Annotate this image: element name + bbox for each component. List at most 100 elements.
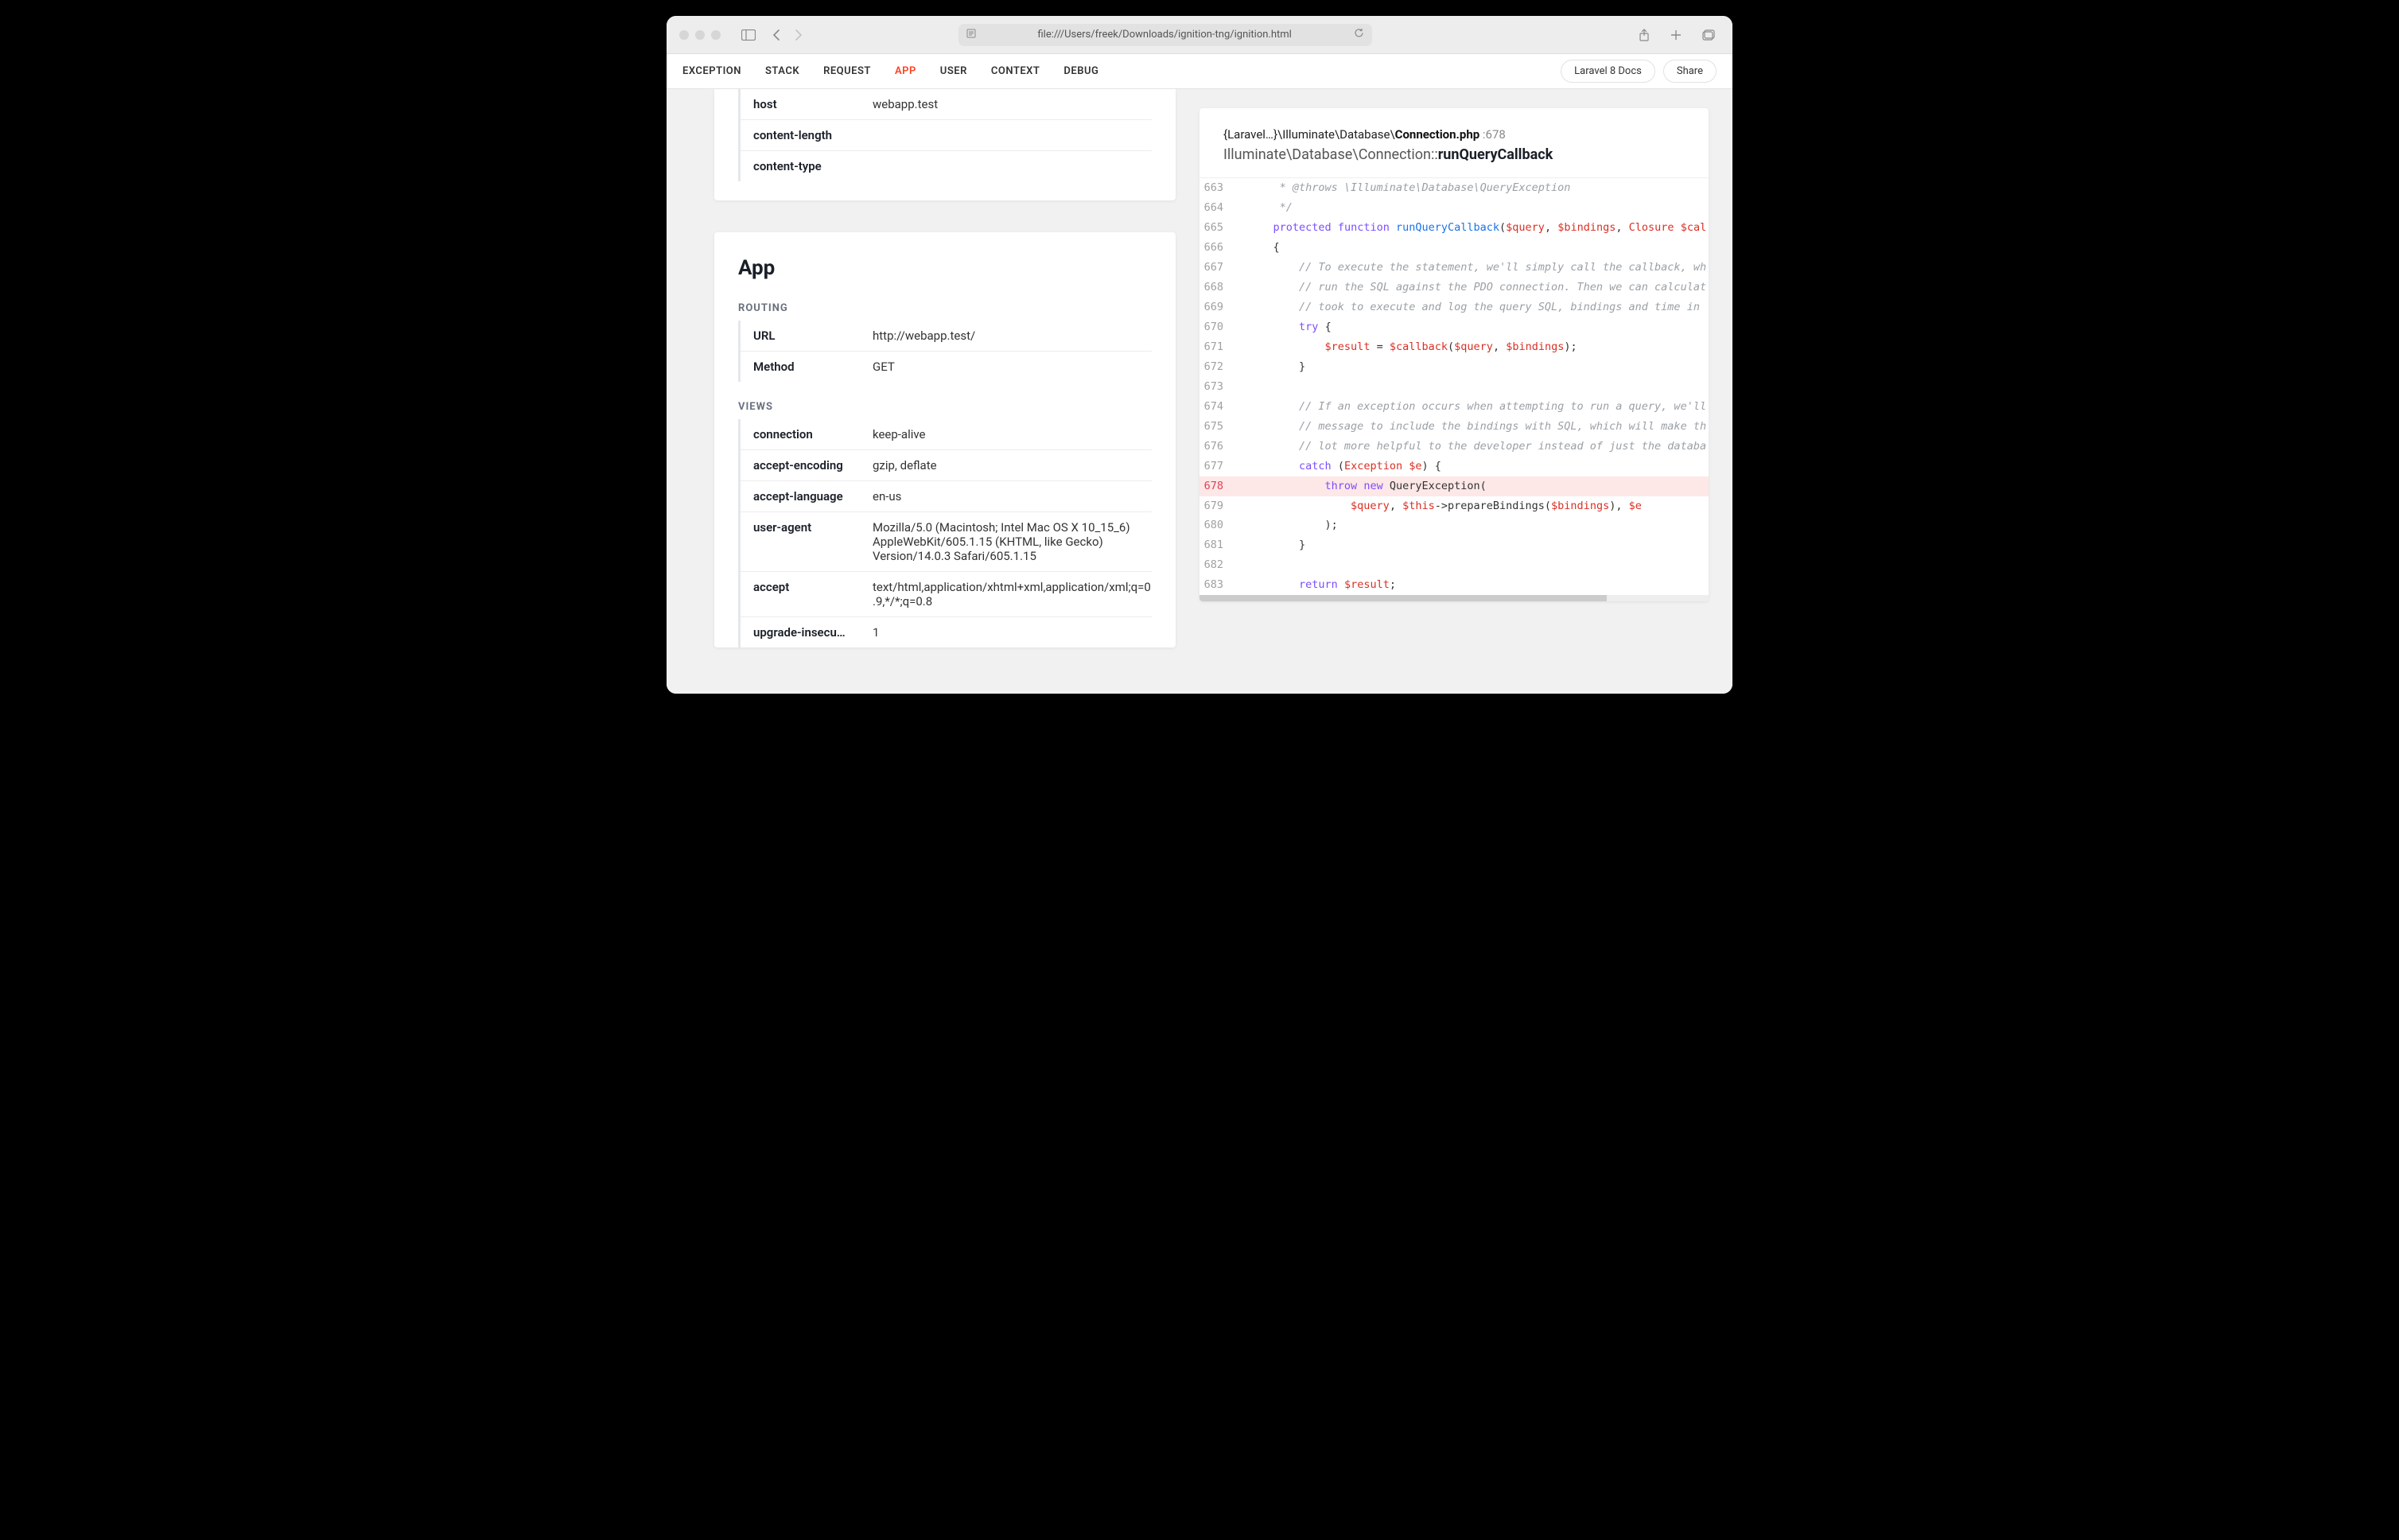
line-code: [1233, 377, 1709, 397]
line-code: throw new QueryException(: [1233, 476, 1709, 496]
kv-key: accept: [753, 580, 873, 609]
line-code: [1233, 555, 1709, 575]
tab-user[interactable]: USER: [940, 65, 967, 77]
line-number: 679: [1200, 496, 1233, 516]
line-number: 668: [1200, 278, 1233, 298]
code-line: 678 throw new QueryException(: [1200, 476, 1709, 496]
app-navbar: EXCEPTION STACK REQUEST APP USER CONTEXT DEBUG…: [667, 54, 1732, 89]
close-dot[interactable]: [679, 30, 689, 40]
line-number: 664: [1200, 198, 1233, 218]
code-line: 666 {: [1200, 238, 1709, 258]
line-number: 673: [1200, 377, 1233, 397]
code-line: 674 // If an exception occurs when attem…: [1200, 397, 1709, 417]
code-line: 682: [1200, 555, 1709, 575]
class-method: Illuminate\Database\Connection::runQuery…: [1223, 146, 1685, 163]
tab-exception[interactable]: EXCEPTION: [682, 65, 741, 77]
kv-key: URL: [753, 329, 873, 343]
new-tab-icon[interactable]: [1666, 25, 1686, 45]
kv-row: content-type: [741, 151, 1152, 181]
kv-value: 1: [873, 625, 1152, 640]
headers-card-fragment: hostwebapp.testcontent-lengthcontent-typ…: [714, 89, 1176, 200]
kv-row: connectionkeep-alive: [741, 419, 1152, 450]
kv-value: webapp.test: [873, 97, 1152, 111]
code-header: {Laravel…}\Illuminate\Database\Connectio…: [1200, 108, 1709, 178]
line-code: {: [1233, 238, 1709, 258]
kv-key: host: [753, 97, 873, 111]
line-code: return $result;: [1233, 575, 1709, 595]
line-number: 683: [1200, 575, 1233, 595]
line-number-label: :678: [1479, 127, 1506, 142]
file-name: Connection.php: [1395, 127, 1480, 142]
line-number: 681: [1200, 535, 1233, 555]
app-card: App ROUTING URLhttp://webapp.test/Method…: [714, 232, 1176, 648]
kv-value: http://webapp.test/: [873, 329, 1152, 343]
tab-request[interactable]: REQUEST: [823, 65, 871, 77]
line-code: $query, $this->prepareBindings($bindings…: [1233, 496, 1709, 516]
reader-icon[interactable]: [966, 29, 976, 41]
code-body[interactable]: 663 * @throws \Illuminate\Database\Query…: [1200, 178, 1709, 595]
kv-row: hostwebapp.test: [741, 89, 1152, 120]
share-button[interactable]: Share: [1663, 60, 1717, 83]
code-line: 675 // message to include the bindings w…: [1200, 417, 1709, 437]
tabs-overview-icon[interactable]: [1697, 25, 1720, 45]
kv-row: accept-languageen-us: [741, 481, 1152, 512]
namespace: Illuminate\Database\Connection: [1223, 146, 1431, 163]
line-code: protected function runQueryCallback($que…: [1233, 218, 1709, 238]
reload-icon[interactable]: [1354, 28, 1364, 41]
code-card: {Laravel…}\Illuminate\Database\Connectio…: [1200, 108, 1709, 601]
code-line: 665 protected function runQueryCallback(…: [1200, 218, 1709, 238]
routing-label: ROUTING: [714, 286, 1176, 321]
forward-icon[interactable]: [789, 26, 808, 44]
code-line: 681 }: [1200, 535, 1709, 555]
kv-value: Mozilla/5.0 (Macintosh; Intel Mac OS X 1…: [873, 520, 1152, 563]
tab-debug[interactable]: DEBUG: [1063, 65, 1098, 77]
kv-row: MethodGET: [741, 352, 1152, 382]
kv-key: content-type: [753, 159, 873, 173]
code-line: 677 catch (Exception $e) {: [1200, 457, 1709, 476]
url-bar[interactable]: file:///Users/freek/Downloads/ignition-t…: [958, 24, 1372, 46]
line-number: 677: [1200, 457, 1233, 476]
line-number: 667: [1200, 258, 1233, 278]
docs-button[interactable]: Laravel 8 Docs: [1561, 60, 1655, 83]
line-code: }: [1233, 357, 1709, 377]
line-code: // took to execute and log the query SQL…: [1233, 298, 1709, 317]
line-code: // To execute the statement, we'll simpl…: [1233, 258, 1709, 278]
minimize-dot[interactable]: [695, 30, 705, 40]
line-number: 666: [1200, 238, 1233, 258]
code-line: 671 $result = $callback($query, $binding…: [1200, 337, 1709, 357]
kv-row: user-agentMozilla/5.0 (Macintosh; Intel …: [741, 512, 1152, 572]
tab-app[interactable]: APP: [895, 65, 916, 77]
kv-key: user-agent: [753, 520, 873, 563]
content-area: hostwebapp.testcontent-lengthcontent-typ…: [667, 89, 1732, 694]
kv-row: accepttext/html,application/xhtml+xml,ap…: [741, 572, 1152, 617]
url-text: file:///Users/freek/Downloads/ignition-t…: [982, 29, 1347, 41]
back-icon[interactable]: [767, 26, 786, 44]
code-line: 683 return $result;: [1200, 575, 1709, 595]
line-code: $result = $callback($query, $bindings);: [1233, 337, 1709, 357]
share-icon[interactable]: [1634, 25, 1654, 45]
code-line: 663 * @throws \Illuminate\Database\Query…: [1200, 178, 1709, 198]
app-title: App: [714, 232, 1176, 286]
line-code: );: [1233, 515, 1709, 535]
file-path: {Laravel…}\Illuminate\Database\Connectio…: [1223, 127, 1685, 142]
tab-stack[interactable]: STACK: [765, 65, 799, 77]
kv-key: connection: [753, 427, 873, 441]
traffic-lights: [679, 30, 721, 40]
line-code: */: [1233, 198, 1709, 218]
kv-value: GET: [873, 360, 1152, 374]
sidebar-toggle-icon[interactable]: [737, 26, 760, 44]
kv-row: content-length: [741, 120, 1152, 151]
zoom-dot[interactable]: [711, 30, 721, 40]
line-number: 670: [1200, 317, 1233, 337]
kv-value: text/html,application/xhtml+xml,applicat…: [873, 580, 1152, 609]
line-number: 680: [1200, 515, 1233, 535]
code-scrollbar[interactable]: [1200, 595, 1709, 601]
line-code: // message to include the bindings with …: [1233, 417, 1709, 437]
line-code: }: [1233, 535, 1709, 555]
line-code: // run the SQL against the PDO connectio…: [1233, 278, 1709, 298]
path-prefix: {Laravel…}\Illuminate\Database\: [1223, 127, 1395, 142]
nav-tabs: EXCEPTION STACK REQUEST APP USER CONTEXT DEBUG: [682, 65, 1098, 77]
tab-context[interactable]: CONTEXT: [991, 65, 1040, 77]
titlebar: file:///Users/freek/Downloads/ignition-t…: [667, 16, 1732, 54]
line-code: * @throws \Illuminate\Database\QueryExce…: [1233, 178, 1709, 198]
